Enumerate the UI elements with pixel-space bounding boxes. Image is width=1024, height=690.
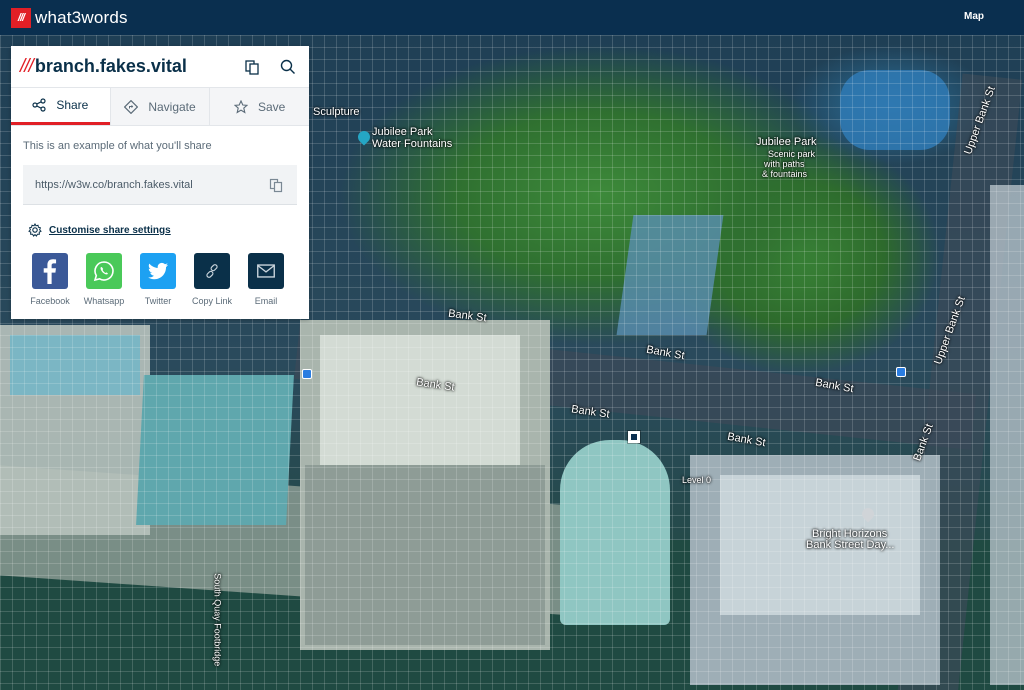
- facebook-icon: [43, 259, 57, 284]
- whatsapp-icon: [93, 261, 114, 282]
- search-icon[interactable]: [279, 58, 297, 76]
- logo-text: what3words: [35, 7, 128, 27]
- share-whatsapp[interactable]: Whatsapp: [83, 253, 125, 306]
- building-main-facade: [305, 465, 545, 645]
- label-level: Level 0: [682, 475, 712, 485]
- tab-share-label: Share: [56, 98, 89, 112]
- what3words-logo[interactable]: /// what3words: [11, 7, 128, 28]
- fountain-pin-icon[interactable]: [355, 128, 373, 146]
- customise-share-settings[interactable]: Customise share settings: [28, 223, 297, 237]
- glass-atrium: [616, 215, 724, 335]
- share-url-field[interactable]: https://w3w.co/branch.fakes.vital: [23, 165, 297, 205]
- panel-header: /// branch.fakes.vital: [11, 46, 309, 88]
- park-pond: [840, 70, 950, 150]
- share-url: https://w3w.co/branch.fakes.vital: [35, 178, 193, 191]
- copy-link-label: Copy Link: [191, 296, 233, 306]
- share-email[interactable]: Email: [248, 253, 284, 306]
- top-bar: /// what3words Map: [0, 0, 1024, 35]
- selected-square-marker[interactable]: [628, 431, 640, 443]
- copy-link-button[interactable]: [194, 253, 230, 289]
- address-panel: /// branch.fakes.vital Share Navigate Sa…: [11, 46, 310, 319]
- share-options: Facebook Whatsapp Twitter Copy Link Emai…: [23, 253, 297, 306]
- twitter-icon: [148, 262, 168, 280]
- copy-url-icon[interactable]: [269, 177, 285, 193]
- label-poi-2: Bank Street Day...: [806, 539, 895, 551]
- w3w-address: branch.fakes.vital: [34, 56, 187, 76]
- building-left-roof: [10, 335, 140, 395]
- facebook-label: Facebook: [30, 296, 70, 306]
- tab-share[interactable]: Share: [11, 88, 110, 125]
- customise-share-link[interactable]: Customise share settings: [49, 225, 171, 236]
- gear-icon: [28, 223, 42, 237]
- twitter-button[interactable]: [140, 253, 176, 289]
- email-button[interactable]: [248, 253, 284, 289]
- navigate-icon: [124, 99, 139, 114]
- label-bank-st-6: Bank St: [726, 430, 767, 450]
- label-park-desc-3: & fountains: [762, 169, 808, 179]
- copy-icon[interactable]: [244, 58, 262, 76]
- share-hint: This is an example of what you'll share: [23, 140, 212, 152]
- bus-stop-icon[interactable]: [302, 369, 312, 379]
- envelope-icon: [257, 264, 275, 278]
- whatsapp-button[interactable]: [86, 253, 122, 289]
- facebook-button[interactable]: [32, 253, 68, 289]
- share-body: This is an example of what you'll share …: [11, 126, 309, 306]
- email-label: Email: [254, 296, 278, 306]
- tower-right: [990, 185, 1024, 685]
- tab-navigate[interactable]: Navigate: [109, 88, 210, 125]
- share-copy-link[interactable]: Copy Link: [191, 253, 233, 306]
- star-icon: [234, 99, 248, 114]
- label-park-title: Jubilee Park: [756, 136, 817, 148]
- glass-building: [136, 375, 294, 525]
- domed-building: [560, 440, 670, 625]
- label-footbridge: South Quay Footbridge: [212, 573, 223, 667]
- map-view-toggle[interactable]: Map: [964, 11, 984, 22]
- tab-save-label: Save: [258, 99, 286, 114]
- label-fountains-2: Water Fountains: [372, 138, 453, 150]
- panel-tabs: Share Navigate Save: [11, 88, 310, 126]
- label-sculpture: Sculpture: [313, 106, 360, 118]
- logo-mark-icon: ///: [11, 7, 31, 28]
- w3w-slashes: ///: [20, 55, 34, 77]
- tab-navigate-label: Navigate: [148, 99, 196, 114]
- bus-stop-icon[interactable]: [896, 367, 906, 377]
- share-icon: [32, 98, 46, 112]
- building-main-roof: [320, 335, 520, 475]
- whatsapp-label: Whatsapp: [83, 296, 125, 306]
- link-icon: [206, 264, 218, 278]
- tab-save[interactable]: Save: [209, 88, 310, 125]
- label-fountains-1: Jubilee Park: [372, 126, 433, 138]
- label-bank-st-5: Bank St: [570, 403, 611, 421]
- twitter-label: Twitter: [144, 296, 172, 306]
- share-twitter[interactable]: Twitter: [140, 253, 176, 306]
- share-facebook[interactable]: Facebook: [30, 253, 70, 306]
